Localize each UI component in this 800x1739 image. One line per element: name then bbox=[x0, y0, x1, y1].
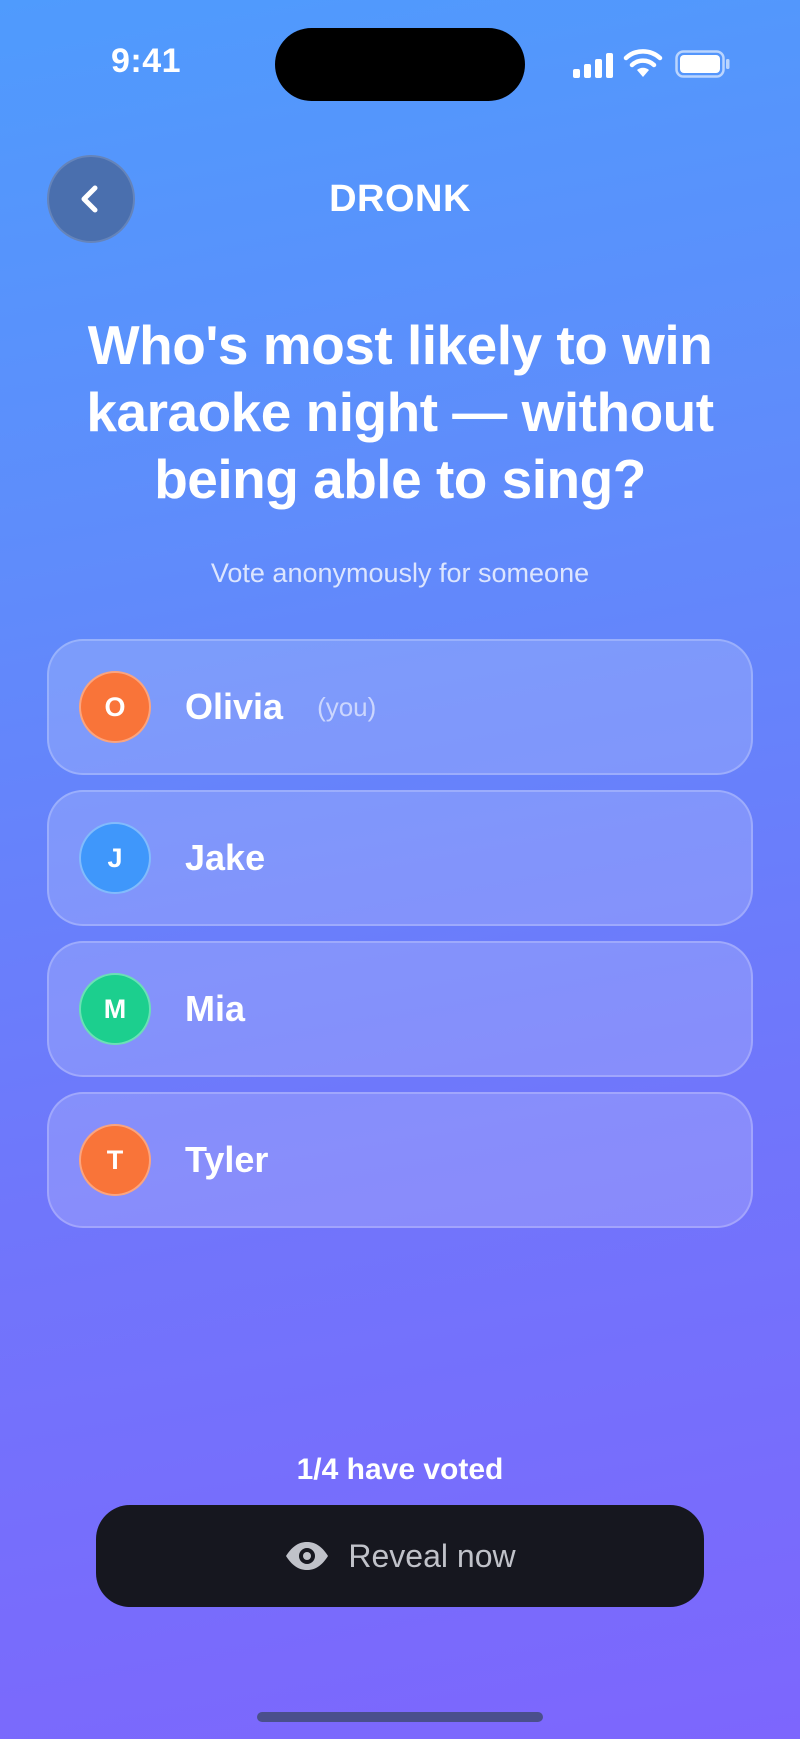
vote-option-jake[interactable]: J Jake bbox=[47, 790, 753, 926]
question-text: Who's most likely to win karaoke night —… bbox=[86, 314, 714, 510]
option-name: Mia bbox=[185, 988, 246, 1029]
status-time: 9:41 bbox=[110, 42, 182, 80]
dynamic-island bbox=[275, 28, 525, 101]
cellular-signal-icon bbox=[573, 52, 613, 78]
you-tag: (you) bbox=[317, 691, 377, 722]
option-name: Jake bbox=[185, 837, 266, 878]
battery-icon bbox=[675, 50, 730, 78]
status-bar: 9:41 bbox=[0, 0, 800, 130]
vote-option-olivia[interactable]: O Olivia (you) bbox=[47, 639, 753, 775]
option-name: Tyler bbox=[185, 1139, 269, 1180]
vote-instruction: Vote anonymously for someone bbox=[210, 558, 590, 588]
vote-option-mia[interactable]: M Mia bbox=[47, 941, 753, 1077]
reveal-now-button[interactable]: Reveal now bbox=[96, 1505, 704, 1607]
vote-progress-text: 1/4 have voted bbox=[296, 1453, 504, 1486]
vote-option-tyler[interactable]: T Tyler bbox=[47, 1092, 753, 1228]
wifi-icon bbox=[623, 49, 663, 77]
avatar: O bbox=[79, 671, 151, 743]
reveal-now-label: Reveal now bbox=[348, 1537, 516, 1574]
avatar: T bbox=[79, 1124, 151, 1196]
avatar: J bbox=[79, 822, 151, 894]
app-title: DRONK bbox=[329, 178, 471, 220]
back-button[interactable] bbox=[47, 155, 135, 243]
option-name: Olivia bbox=[185, 686, 284, 727]
avatar: M bbox=[79, 973, 151, 1045]
vote-options-list: O Olivia (you) J Jake M Mia T Tyler bbox=[47, 639, 753, 1243]
chevron-left-icon bbox=[81, 185, 98, 213]
eye-icon bbox=[286, 1542, 329, 1570]
home-indicator bbox=[257, 1712, 543, 1722]
